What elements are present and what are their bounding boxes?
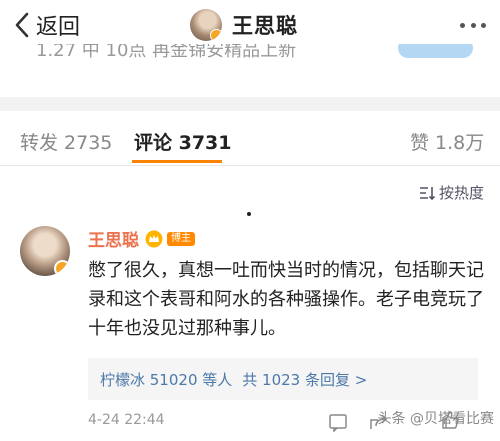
back-label: 返回 xyxy=(36,15,81,40)
verified-icon xyxy=(210,29,222,41)
comment-author[interactable]: 王思聪 xyxy=(88,226,139,251)
replies-summary[interactable]: 柠檬冰 51020 等人 共 1023 条回复 > xyxy=(88,358,478,400)
profile-title[interactable]: 王思聪 xyxy=(190,6,298,44)
crown-icon xyxy=(145,230,163,247)
tab-reposts[interactable]: 转发 2735 xyxy=(20,128,112,155)
top-bar: 返回 王思聪 xyxy=(0,0,500,50)
watermark-text: 头条 @贝塔看比赛 xyxy=(377,411,494,427)
tab-comments[interactable]: 评论 3731 xyxy=(134,128,232,155)
author-row: 王思聪 博主 xyxy=(88,226,195,251)
active-tab-indicator xyxy=(132,160,222,163)
reply-icon[interactable] xyxy=(328,412,348,432)
more-icon[interactable] xyxy=(460,14,486,36)
replies-count: 共 1023 条回复 > xyxy=(242,370,368,389)
dot-mark xyxy=(247,212,251,216)
watermark: 头条 @贝塔看比赛 xyxy=(378,408,494,428)
verified-icon xyxy=(54,260,70,276)
chevron-left-icon xyxy=(15,12,29,38)
peek-button[interactable] xyxy=(398,44,473,58)
sort-label: 按热度 xyxy=(438,184,484,202)
back-button[interactable]: 返回 xyxy=(14,8,80,42)
tab-likes[interactable]: 赞 1.8万 xyxy=(410,128,484,155)
sort-icon xyxy=(419,186,435,200)
avatar xyxy=(190,9,222,41)
peek-text: 1.27 中 10点 再金锦安精品上新 xyxy=(36,44,297,61)
author-badge: 博主 xyxy=(167,231,195,246)
tab-bar: 转发 2735 评论 3731 赞 1.8万 xyxy=(0,116,500,166)
section-divider xyxy=(0,97,500,111)
sort-toggle[interactable]: 按热度 xyxy=(419,182,484,203)
post-peek: 1.27 中 10点 再金锦安精品上新 xyxy=(0,44,500,66)
comment-text: 憋了很久，真想一吐而快当时的情况，包括聊天记录和这个表哥和阿水的各种骚操作。老子… xyxy=(88,260,484,339)
comment-time: 4-24 22:44 xyxy=(88,412,165,428)
replies-names: 柠檬冰 51020 等人 xyxy=(100,370,233,389)
page-title: 王思聪 xyxy=(232,14,298,38)
comment-avatar[interactable] xyxy=(20,226,70,276)
